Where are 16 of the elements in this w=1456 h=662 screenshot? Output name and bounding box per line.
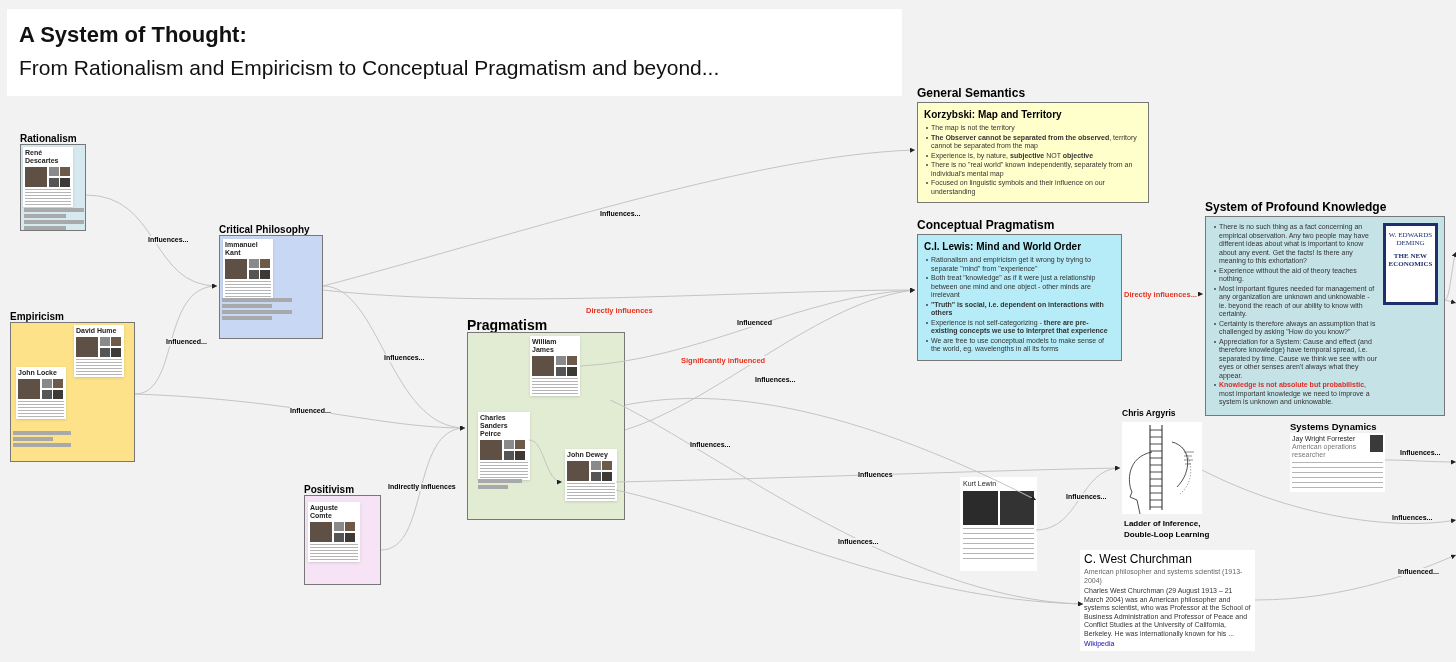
group-title: Positivism <box>304 484 355 495</box>
group-title: Conceptual Pragmatism <box>917 218 1055 232</box>
note-heading: Korzybski: Map and Territory <box>924 109 1063 121</box>
person-name: C. West Churchman <box>1084 553 1193 566</box>
group-title: Pragmatism <box>467 318 548 332</box>
group-title: System of Profound Knowledge <box>1205 200 1387 214</box>
group-title: Rationalism <box>20 133 77 144</box>
group-title: Critical Philosophy <box>219 224 310 235</box>
group-title: Systems Dynamics <box>1290 421 1377 432</box>
page-subtitle: From Rationalism and Empiricism to Conceptual Pragmatism and beyond... <box>19 55 721 81</box>
group-title: General Semantics <box>917 86 1026 100</box>
page-title: A System of Thought: <box>19 21 248 49</box>
figure-title: Chris Argyris <box>1122 408 1176 418</box>
figure-caption: Ladder of Inference, Double-Loop Learning <box>1124 518 1211 540</box>
note-heading: C.I. Lewis: Mind and World Order <box>924 241 1083 253</box>
group-title: Empiricism <box>10 311 64 322</box>
